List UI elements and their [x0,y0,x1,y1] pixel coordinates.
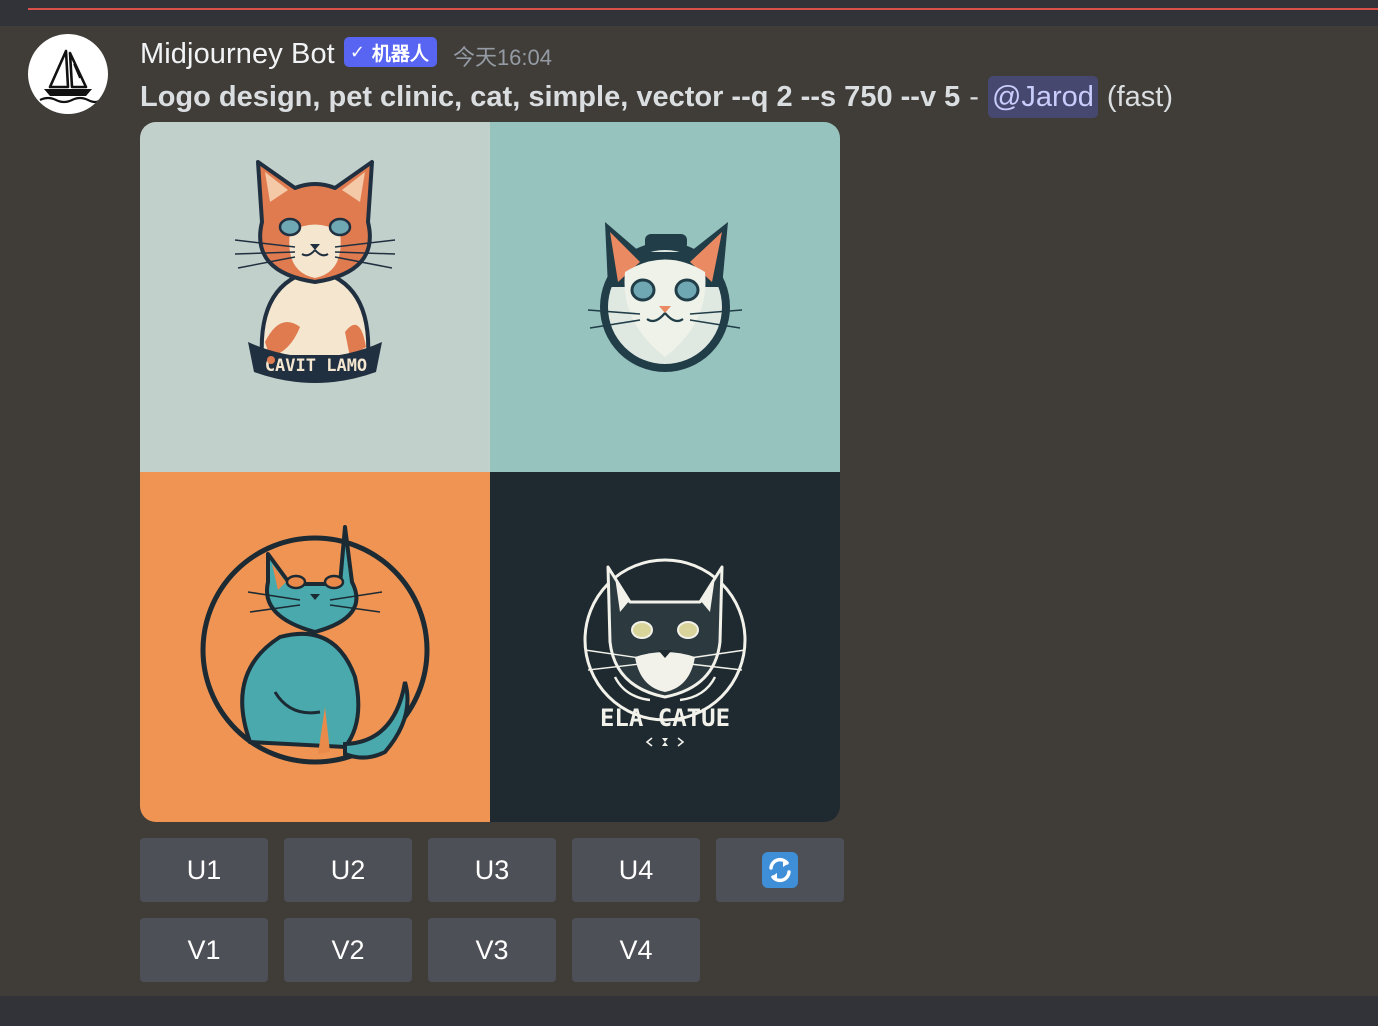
prompt-text: Logo design, pet clinic, cat, simple, ve… [140,80,961,113]
badge-text-1: CAVIT LAMO [265,356,367,376]
new-messages-divider [28,8,1378,10]
upscale-button-3[interactable]: U3 [428,838,556,902]
image-grid[interactable]: CAVIT LAMO ELA CATUE [140,122,840,822]
variation-button-3[interactable]: V3 [428,918,556,982]
bot-tag: ✓ 机器人 [343,37,437,67]
reroll-button[interactable] [716,838,844,902]
image-tile-2[interactable] [490,122,840,472]
upscale-button-4[interactable]: U4 [572,838,700,902]
username[interactable]: Midjourney Bot [140,38,335,71]
message-content: Logo design, pet clinic, cat, simple, ve… [140,76,1173,118]
chat-top-strip [0,0,1378,26]
chat-message: Midjourney Bot ✓ 机器人 今天16:04 Logo design… [0,26,1378,996]
chat-bottom-strip [0,996,1378,1026]
variation-button-2[interactable]: V2 [284,918,412,982]
variation-button-1[interactable]: V1 [140,918,268,982]
refresh-icon [762,852,798,888]
upscale-button-2[interactable]: U2 [284,838,412,902]
upscale-button-1[interactable]: U1 [140,838,268,902]
image-tile-4[interactable]: ELA CATUE [490,472,840,822]
verified-check-icon: ✓ [349,41,365,62]
user-mention[interactable]: @Jarod [987,76,1098,118]
bot-tag-label: 机器人 [371,43,429,65]
cat-logo-4-icon: ELA CATUE [583,558,747,747]
cat-logo-2-icon [587,222,743,372]
timestamp[interactable]: 今天16:04 [453,40,552,72]
image-tile-3[interactable] [140,472,490,822]
separator: - [969,80,979,113]
message-header: Midjourney Bot ✓ 机器人 今天16:04 [140,34,552,74]
sailboat-icon [39,49,101,104]
badge-text-4: ELA CATUE [600,704,730,732]
speed-mode: (fast) [1106,80,1173,113]
cat-logo-1-icon: CAVIT LAMO [234,160,396,383]
variation-button-4[interactable]: V4 [572,918,700,982]
cat-logo-3-icon [200,525,430,765]
image-tile-1[interactable]: CAVIT LAMO [140,122,490,472]
avatar[interactable] [28,34,108,114]
